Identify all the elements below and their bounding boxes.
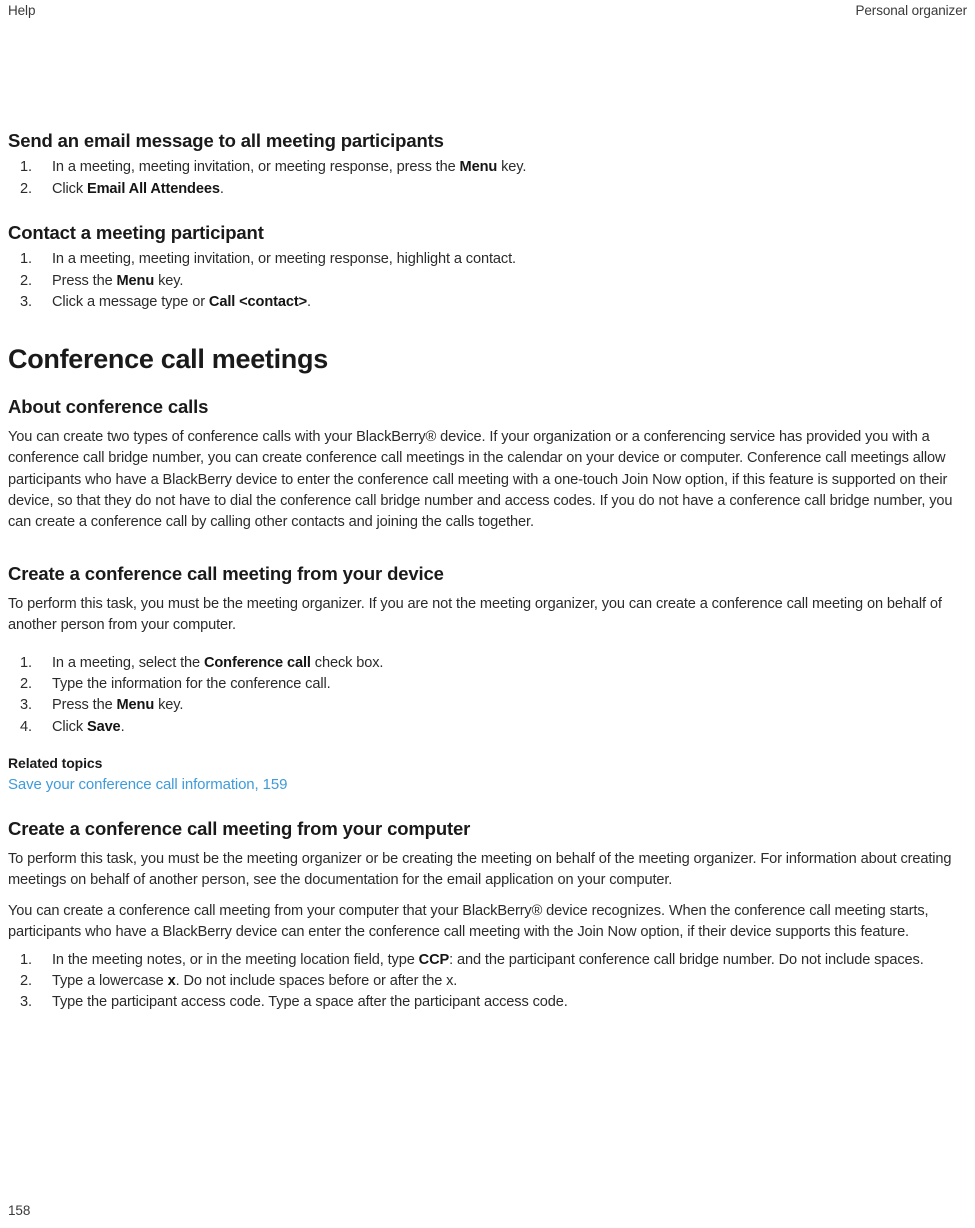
list-item-number: 3.	[20, 697, 32, 714]
section-heading-about-conference-calls: About conference calls	[8, 395, 209, 417]
list-item: 1. In a meeting, meeting invitation, or m…	[8, 249, 968, 270]
list-item-text: In a meeting, meeting invitation, or mee…	[52, 159, 527, 176]
list-item-text: Press the Menu key.	[52, 272, 184, 289]
list-item: 3. Type the participant access code. Type…	[8, 992, 968, 1013]
list-item-text: Click Email All Attendees.	[52, 180, 224, 197]
list-item-number: 2.	[20, 676, 32, 693]
list-item-text: Type a lowercase x. Do not include space…	[52, 973, 458, 989]
list-item: 2. Press the Menu key.	[8, 271, 968, 292]
list-item-number: 2.	[20, 272, 32, 289]
list-item-text: Click a message type or Call <contact>.	[52, 294, 311, 311]
list-item-text: In the meeting notes, or in the meeting …	[52, 951, 924, 968]
list-item-text: Type the participant access code. Type a…	[52, 994, 568, 1011]
section-heading-create-from-device: Create a conference call meeting from yo…	[8, 563, 444, 584]
list-item-number: 1.	[20, 951, 32, 968]
list-item-text: In a meeting, meeting invitation, or mee…	[52, 251, 516, 268]
list-item-number: 1.	[20, 654, 32, 671]
header-left-label: Help	[8, 3, 36, 18]
about-conference-calls-paragraph: You can create two types of conference c…	[8, 429, 953, 530]
list-item-number: 3.	[20, 994, 32, 1011]
list-item-text: Type the information for the conference …	[52, 676, 331, 693]
page-number: 158	[8, 1203, 31, 1218]
steps-create-from-device: 1. In a meeting, select the Conference ca…	[8, 653, 968, 739]
steps-send-email: 1. In a meeting, meeting invitation, or m…	[8, 157, 968, 200]
list-item: 1. In a meeting, meeting invitation, or m…	[8, 157, 968, 178]
section-heading-create-from-computer: Create a conference call meeting from yo…	[8, 817, 471, 839]
create-from-computer-paragraph-2: You can create a conference call meeting…	[8, 903, 929, 941]
create-from-computer-paragraph-1: To perform this task, you must be the me…	[8, 850, 952, 889]
list-item-number: 3.	[20, 294, 32, 311]
emphasis-text: Conference call	[203, 654, 311, 671]
list-item-text: In a meeting, select the Conference call…	[52, 654, 384, 671]
list-item-number: 2.	[20, 973, 32, 989]
page-content: Send an email message to all meeting par…	[8, 130, 968, 1014]
emphasis-text: Save	[86, 718, 121, 735]
list-item: 3. Press the Menu key.	[8, 695, 968, 716]
section-heading-send-email: Send an email message to all meeting par…	[8, 130, 444, 151]
emphasis-text: Menu	[459, 159, 498, 176]
list-item-text: Click Save.	[52, 718, 125, 735]
steps-create-from-computer: 1. In the meeting notes, or in the meetin…	[8, 950, 968, 1014]
section-heading-contact-participant: Contact a meeting participant	[8, 222, 264, 244]
emphasis-text: Menu	[116, 697, 155, 714]
list-item-number: 1.	[20, 251, 32, 268]
related-topics-label: Related topics	[8, 755, 103, 772]
emphasis-text: CCP	[418, 951, 450, 968]
chapter-title: Conference call meetings	[8, 343, 328, 374]
list-item: 2. Click Email All Attendees.	[8, 179, 968, 200]
create-from-device-paragraph: To perform this task, you must be the me…	[8, 596, 942, 634]
emphasis-text: x	[167, 973, 176, 989]
list-item-number: 1.	[20, 159, 32, 176]
emphasis-text: Email All Attendees	[86, 180, 220, 197]
list-item: 3. Click a message type or Call <contact>…	[8, 292, 968, 313]
list-item-text: Press the Menu key.	[52, 697, 184, 714]
related-topic-link-save-conference-call-information[interactable]: Save your conference call information, 1…	[8, 774, 287, 796]
list-item: 2. Type the information for the conferenc…	[8, 674, 968, 695]
page-running-header: Help Personal organizer	[0, 0, 975, 22]
emphasis-text: Menu	[116, 272, 155, 289]
emphasis-text: Call <contact>	[208, 294, 307, 311]
steps-contact-participant: 1. In a meeting, meeting invitation, or m…	[8, 249, 968, 313]
list-item: 2. Type a lowercase x. Do not include spa…	[8, 971, 968, 992]
list-item-number: 2.	[20, 180, 32, 197]
header-right-label: Personal organizer	[855, 3, 967, 18]
list-item: 1. In a meeting, select the Conference ca…	[8, 653, 968, 674]
list-item: 4. Click Save.	[8, 717, 968, 738]
list-item: 1. In the meeting notes, or in the meetin…	[8, 950, 968, 971]
list-item-number: 4.	[20, 718, 32, 735]
